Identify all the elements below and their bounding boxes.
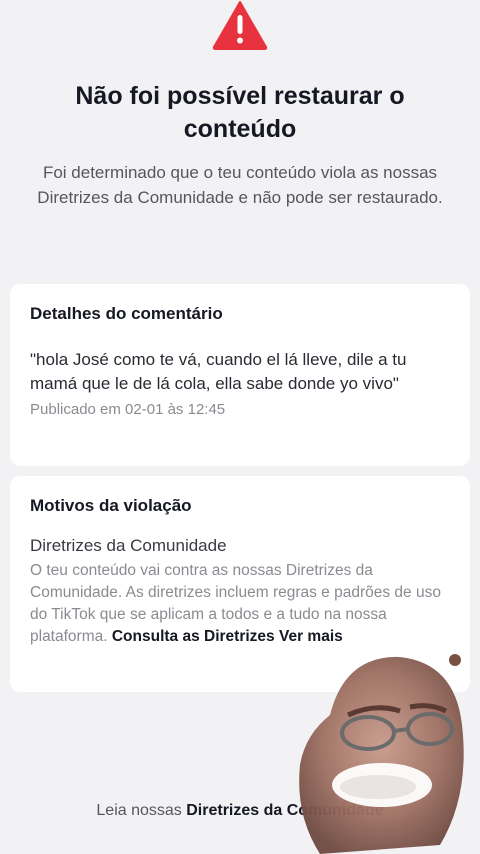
sticker-face-image — [299, 654, 464, 854]
comment-text: "hola José como te vá, cuando el lá llev… — [30, 350, 407, 393]
guidelines-link[interactable]: Consulta as Diretrizes — [112, 628, 275, 645]
footer-prefix: Leia nossas — [96, 802, 182, 819]
warning-triangle-icon — [212, 1, 268, 50]
rule-description-block: O teu conteúdo vai contra as nossas Dire… — [30, 560, 450, 648]
page-title: Não foi possível restaurar o conteúdo — [75, 82, 405, 143]
see-more-link[interactable]: Ver mais — [279, 628, 343, 645]
published-timestamp: Publicado em 02-01 às 12:45 — [30, 401, 226, 418]
page-subtitle: Foi determinado que o teu conteúdo viola… — [37, 163, 443, 207]
violation-reasons-title: Motivos da violação — [30, 496, 192, 515]
comment-details-title: Detalhes do comentário — [30, 304, 223, 323]
comment-details-card: Detalhes do comentário "hola José como t… — [10, 284, 470, 466]
rule-name: Diretrizes da Comunidade — [30, 536, 227, 555]
